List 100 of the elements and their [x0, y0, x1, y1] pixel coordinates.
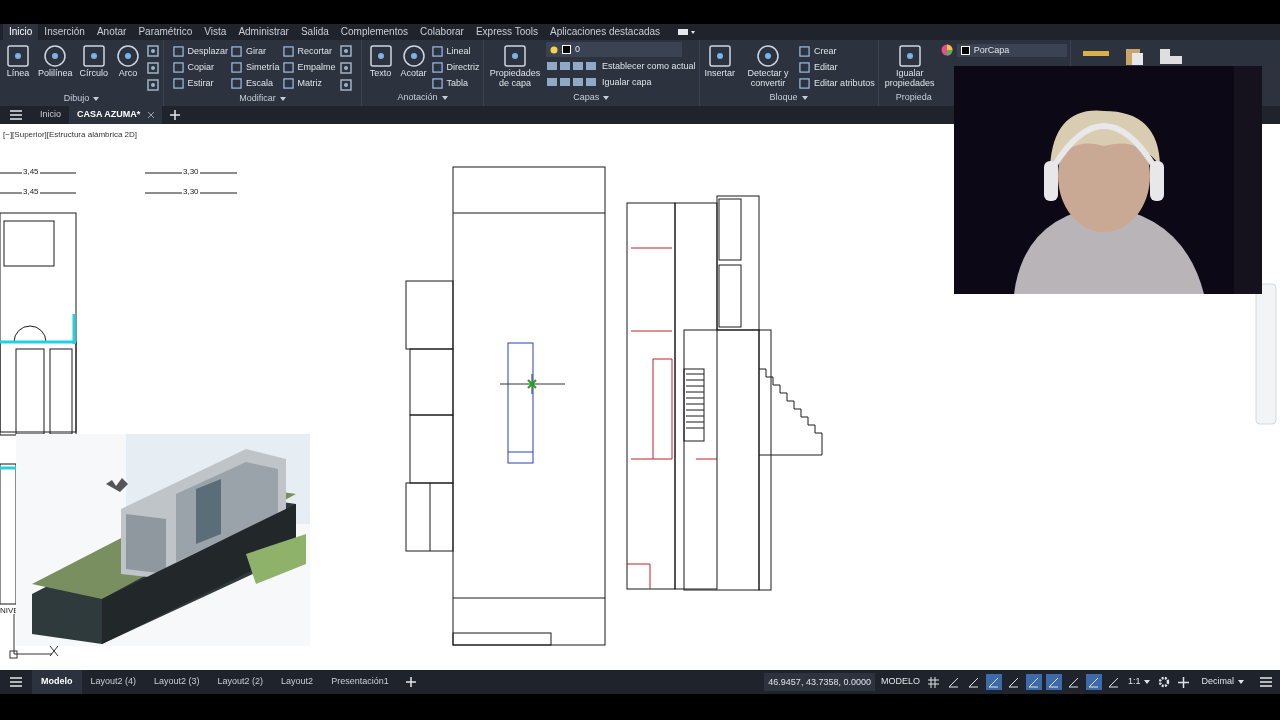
settings-icon[interactable] [1158, 676, 1171, 688]
ribbon-tool[interactable]: Simetría [231, 60, 280, 74]
panel-title[interactable]: Anotación [389, 90, 456, 106]
panel-title[interactable]: Bloque [761, 90, 816, 106]
menu-icon[interactable] [1260, 677, 1272, 687]
menu-icon[interactable] [10, 110, 22, 120]
ribbon-tab[interactable]: Aplicaciones destacadas [544, 24, 667, 40]
ribbon-tool[interactable]: Estirar [172, 76, 229, 90]
add-icon[interactable] [1178, 676, 1190, 688]
ribbon-tool[interactable]: Establecer como actual [546, 59, 696, 73]
angle-icon [1048, 676, 1060, 688]
ribbon-tool[interactable]: Crear [799, 44, 875, 58]
ribbon-tool[interactable]: Polilínea [36, 40, 75, 92]
clipboard-icon[interactable] [1124, 48, 1143, 65]
ribbon-tab[interactable]: Paramétrico [132, 24, 199, 40]
ribbon-tool[interactable]: Línea [3, 40, 33, 92]
tool-icon [282, 61, 294, 73]
caret-icon [441, 96, 448, 100]
layout-tab[interactable]: Modelo [32, 670, 82, 694]
status-toggle[interactable] [1045, 674, 1062, 690]
menu-icon[interactable] [10, 677, 22, 687]
ribbon-tool[interactable]: Texto [365, 40, 396, 90]
ribbon-tool[interactable]: Propiedades de capa [487, 40, 544, 90]
ribbon-tab[interactable]: Colaborar [414, 24, 470, 40]
close-icon[interactable] [148, 112, 155, 118]
ribbon-tool[interactable]: Recortar [282, 44, 336, 58]
tool-icon [338, 78, 353, 92]
ribbon-tab[interactable]: Express Tools [469, 24, 545, 40]
space-button[interactable]: MODELO [876, 675, 924, 689]
ribbon-tool[interactable]: Acotar [398, 40, 429, 90]
dimension-text: 3,30 [182, 188, 200, 196]
viewport-label[interactable]: [−][Superior][Estructura alámbrica 2D] [3, 129, 138, 141]
ribbon-tool[interactable]: Círculo [77, 40, 111, 92]
panel-title[interactable]: Modificar [231, 92, 294, 106]
tool-icon [172, 61, 184, 73]
layout-tab[interactable]: Layout2 (4) [81, 670, 146, 694]
ribbon-tool[interactable]: Editar [799, 60, 875, 74]
add-layout-icon[interactable] [405, 677, 416, 687]
ribbon-tab[interactable]: Vista [198, 24, 233, 40]
tool-icon [146, 44, 161, 58]
ribbon-tool[interactable]: Editar atributos [799, 76, 875, 90]
ribbon-tool[interactable]: Directriz [431, 60, 480, 74]
ribbon-tool[interactable]: Igualar capa [546, 75, 696, 89]
ribbon-tab[interactable]: Complementos [334, 24, 415, 40]
status-toggle[interactable] [925, 674, 942, 690]
tool-icon [231, 77, 243, 89]
panel-title[interactable]: Capas [565, 90, 618, 106]
ribbon-tool[interactable]: Copiar [172, 60, 229, 74]
status-toggle[interactable] [1025, 674, 1042, 690]
ribbon-tab[interactable]: Anotar [90, 24, 133, 40]
bulb-icon [550, 45, 559, 54]
ribbon-tool[interactable]: Desplazar [172, 44, 229, 58]
scale-button[interactable]: 1:1 [1123, 675, 1155, 689]
ribbon-tool[interactable]: Empalme [282, 60, 336, 74]
level-label: NIVE [0, 605, 19, 617]
ribbon-tool[interactable]: Arco [113, 40, 144, 92]
ribbon-tool[interactable]: Detectar y convertir [740, 40, 797, 90]
ribbon-tool[interactable]: Insertar [702, 40, 738, 90]
panel-title[interactable]: Propieda [878, 90, 949, 106]
ribbon-tool[interactable]: Lineal [431, 44, 480, 58]
angle-icon [988, 676, 1000, 688]
ribbon-tool[interactable]: Escala [231, 76, 280, 90]
ruler-icon[interactable] [1082, 48, 1109, 58]
ribbon-tab[interactable]: Salida [294, 24, 335, 40]
tool-icon [755, 44, 782, 68]
file-tab[interactable]: Inicio [32, 106, 69, 124]
ribbon-tab[interactable]: Inserción [38, 24, 91, 40]
tool-icon [502, 44, 529, 68]
units-button[interactable]: Decimal [1193, 675, 1252, 689]
tool-icon [799, 77, 811, 89]
layout-tab[interactable]: Layout2 (2) [208, 670, 273, 694]
add-tab-icon[interactable] [170, 110, 181, 120]
file-tab[interactable]: CASA AZUMA* [69, 106, 163, 124]
tool-icon [282, 45, 294, 57]
dimension-text: 3,45 [22, 168, 40, 176]
ribbon-tool[interactable]: Girar [231, 44, 280, 58]
tool-icon [896, 44, 923, 68]
color-dropdown[interactable]: PorCapa [956, 44, 1067, 57]
layout-tab[interactable]: Layout2 [272, 670, 323, 694]
navigation-bar[interactable] [1255, 283, 1277, 425]
status-toggle[interactable] [985, 674, 1002, 690]
ribbon-tool[interactable]: Matriz [282, 76, 336, 90]
caret-icon [801, 96, 808, 100]
angle-icon [1088, 676, 1100, 688]
layer-dropdown[interactable]: 0 [546, 42, 683, 57]
workspace-icon[interactable] [678, 28, 697, 36]
panel-title[interactable]: Dibujo [55, 92, 108, 106]
tool-icon [231, 45, 243, 57]
ribbon-tool[interactable]: Igualar propiedades [881, 40, 938, 90]
ribbon-tab[interactable]: Administrar [232, 24, 295, 40]
status-toggle[interactable] [1085, 674, 1102, 690]
tool-icon [400, 44, 427, 68]
tool-icon [231, 61, 243, 73]
tool-icon [282, 77, 294, 89]
ribbon-tab[interactable]: Inicio [3, 24, 39, 40]
layout-tab[interactable]: Layout2 (3) [145, 670, 209, 694]
ribbon-tool[interactable]: Tabla [431, 76, 480, 90]
layout-tab[interactable]: Presentación1 [322, 670, 398, 694]
crosshair-cursor [499, 373, 566, 395]
tool-icon [5, 44, 31, 68]
